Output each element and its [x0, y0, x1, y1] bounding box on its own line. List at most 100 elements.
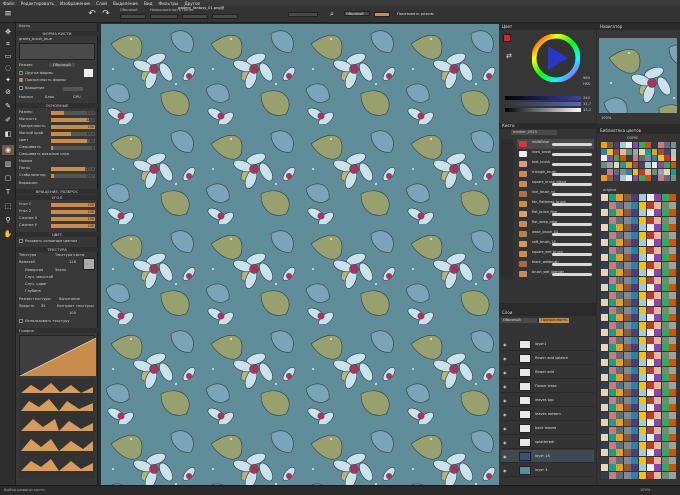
color-swatch[interactable] [631, 456, 639, 464]
color-swatch[interactable] [631, 434, 639, 441]
color-swatch[interactable] [616, 239, 624, 246]
color-swatch[interactable] [601, 366, 609, 374]
brush-set-select[interactable]: marker_2023 [511, 130, 557, 135]
color-swatch[interactable] [623, 201, 631, 209]
color-swatch[interactable] [669, 224, 677, 231]
color-swatch[interactable] [654, 426, 662, 434]
color-swatch[interactable] [661, 441, 669, 449]
color-swatch[interactable] [661, 314, 669, 321]
random-offset-option[interactable]: Случ. сдвиг [25, 282, 47, 286]
color-swatch[interactable] [623, 449, 631, 456]
color-swatch[interactable] [639, 456, 647, 464]
color-swatch[interactable] [646, 224, 654, 231]
color-swatch[interactable] [664, 148, 671, 155]
color-swatch[interactable] [631, 374, 639, 381]
color-swatch[interactable] [631, 471, 639, 479]
layer-row[interactable]: ◉ Flower base [501, 380, 594, 393]
color-swatch[interactable] [631, 389, 639, 396]
color-swatch[interactable] [631, 254, 639, 261]
color-swatch[interactable] [608, 254, 616, 261]
color-swatch[interactable] [658, 162, 664, 169]
color-swatch[interactable] [632, 148, 639, 155]
menu-view[interactable]: Вид [144, 1, 153, 6]
brush-texture-tab[interactable]: Текстура кисти [55, 253, 84, 257]
color-swatch[interactable] [623, 314, 631, 321]
color-swatch[interactable] [646, 336, 654, 344]
color-swatch[interactable] [631, 201, 639, 209]
color-swatch[interactable] [623, 239, 631, 246]
color-swatch[interactable] [601, 216, 609, 224]
color-swatch[interactable] [616, 269, 624, 276]
color-swatch[interactable] [639, 148, 645, 155]
color-swatch[interactable] [639, 381, 647, 389]
color-swatch[interactable] [654, 239, 662, 246]
depth-option[interactable]: Глубина [25, 289, 41, 293]
layer-row[interactable]: ◉ leaves top [501, 394, 594, 407]
angle-header[interactable]: УГОЛ [16, 195, 98, 200]
color-swatch[interactable] [631, 426, 639, 434]
color-swatch[interactable] [616, 291, 624, 299]
color-swatch[interactable] [658, 175, 664, 182]
layer-row[interactable]: ◉ layer 3 [501, 464, 594, 477]
variations-option[interactable]: Вариации [19, 181, 38, 185]
color-swatch[interactable] [616, 389, 624, 396]
color-swatch[interactable] [613, 168, 620, 175]
color-swatch[interactable] [669, 396, 677, 404]
eraser-icon[interactable]: ◧ [2, 129, 14, 139]
color-swatch[interactable] [632, 175, 639, 182]
color-swatch[interactable] [654, 246, 662, 254]
color-swatch[interactable] [632, 142, 639, 149]
menu-image[interactable]: Изображение [60, 1, 90, 6]
layer-row[interactable]: ◉ leaves bottom [501, 408, 594, 421]
color-swatch[interactable] [646, 411, 654, 419]
color-swatch[interactable] [631, 359, 639, 366]
color-swatch[interactable] [670, 155, 677, 162]
color-swatch[interactable] [651, 162, 658, 169]
color-swatch[interactable] [613, 175, 620, 182]
color-swatch[interactable] [669, 321, 677, 329]
color-swatch[interactable] [631, 246, 639, 254]
color-swatch[interactable] [669, 471, 677, 479]
eyedropper-icon[interactable]: ⊘ [2, 87, 14, 97]
brush-shape-preview[interactable] [19, 43, 95, 60]
color-swatch[interactable] [639, 209, 647, 216]
color-swatch[interactable] [601, 261, 609, 269]
color-swatch[interactable] [626, 175, 633, 182]
color-swatch[interactable] [631, 216, 639, 224]
color-swatch[interactable] [646, 299, 654, 306]
color-swatch[interactable] [646, 194, 654, 201]
color-swatch[interactable] [639, 411, 647, 419]
color-swatch[interactable] [639, 194, 647, 201]
color-swatch[interactable] [639, 336, 647, 344]
color-swatch[interactable] [669, 194, 677, 201]
color-swatch[interactable] [654, 321, 662, 329]
color-swatch[interactable] [669, 306, 677, 314]
color-swatch[interactable] [654, 261, 662, 269]
color-swatch[interactable] [623, 336, 631, 344]
rotation-slider[interactable] [63, 87, 83, 91]
color-swatch[interactable] [623, 441, 631, 449]
color-swatch[interactable] [616, 216, 624, 224]
opacity-slider[interactable] [374, 12, 390, 17]
color-swatch[interactable] [608, 276, 616, 284]
color-swatch[interactable] [669, 389, 677, 396]
stabilizer-row[interactable]: Стабилизатор 0,07 [19, 173, 95, 178]
color-swatch[interactable] [654, 404, 662, 411]
color-swatch[interactable] [654, 374, 662, 381]
color-swatch[interactable] [608, 209, 616, 216]
color-swatch[interactable] [616, 299, 624, 306]
brush-item[interactable]: black_wetbrush [517, 259, 594, 269]
menu-layer[interactable]: Слой [96, 1, 107, 6]
main-color-checkbox[interactable] [19, 239, 23, 243]
color-swatch[interactable] [608, 351, 616, 359]
color-swatch[interactable] [639, 291, 647, 299]
color-swatch[interactable] [646, 261, 654, 269]
color-swatch[interactable] [608, 201, 616, 209]
color-swatch[interactable] [616, 246, 624, 254]
color-swatch[interactable] [601, 374, 609, 381]
color-swatch[interactable] [661, 194, 669, 201]
layer-opacity-slider[interactable]: Прозрачность [539, 318, 569, 323]
invert-option[interactable]: Инверсия [25, 268, 43, 272]
color-swatch[interactable] [616, 261, 624, 269]
color-swatch[interactable] [616, 396, 624, 404]
